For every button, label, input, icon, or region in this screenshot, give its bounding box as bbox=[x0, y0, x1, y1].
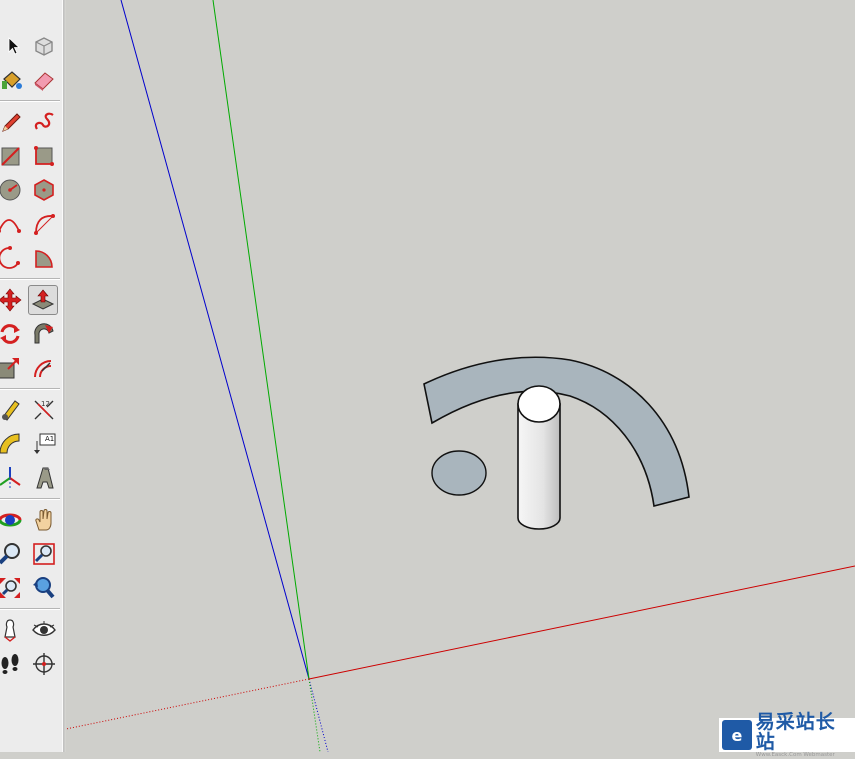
zoom-window-tool[interactable] bbox=[29, 539, 59, 569]
scale-icon bbox=[0, 358, 19, 379]
zoom-extents-icon bbox=[0, 578, 20, 598]
hand-icon bbox=[35, 509, 52, 531]
section-plane-tool[interactable] bbox=[29, 649, 59, 679]
two-point-arc-icon bbox=[34, 214, 55, 235]
magnifier-icon bbox=[0, 543, 20, 565]
protractor-icon bbox=[0, 433, 20, 454]
zoom-tool[interactable] bbox=[0, 539, 25, 569]
axes-tool[interactable] bbox=[0, 463, 25, 493]
svg-text:12: 12 bbox=[41, 400, 50, 408]
blue-axis-negative bbox=[308, 678, 329, 752]
rotated-rectangle-tool[interactable] bbox=[29, 141, 59, 171]
watermark: e 易采站长站 Www.Easck.Com Webmaster bbox=[719, 712, 855, 758]
freehand-icon bbox=[34, 112, 54, 130]
watermark-logo: e bbox=[722, 720, 752, 750]
tape-measure-icon bbox=[2, 400, 20, 421]
three-point-arc-icon bbox=[0, 246, 20, 269]
red-axis-negative bbox=[66, 678, 310, 730]
zoom-extents-tool[interactable] bbox=[0, 573, 25, 603]
pie-icon bbox=[35, 250, 53, 268]
orbit-tool[interactable] bbox=[0, 505, 25, 535]
dimension-tool[interactable]: 12 bbox=[29, 395, 59, 425]
large-tool-set-toolbar: 12 A1 bbox=[0, 0, 64, 752]
polygon-tool[interactable] bbox=[29, 175, 59, 205]
green-axis bbox=[212, 0, 310, 680]
zoom-window-icon bbox=[33, 543, 55, 565]
tape-measure-tool[interactable] bbox=[0, 395, 25, 425]
eraser-tool[interactable] bbox=[29, 65, 59, 95]
circle-icon bbox=[0, 179, 21, 201]
paint-bucket-tool[interactable] bbox=[0, 65, 27, 95]
follow-me-icon bbox=[34, 323, 54, 344]
watermark-title: 易采站长站 bbox=[755, 710, 836, 753]
red-axis bbox=[308, 565, 855, 680]
offset-tool[interactable] bbox=[29, 353, 59, 383]
modeling-viewport[interactable] bbox=[66, 0, 855, 752]
axes-icon bbox=[0, 467, 21, 489]
two-point-arc-tool[interactable] bbox=[29, 209, 59, 239]
footprints-icon bbox=[1, 654, 19, 674]
walk-tool[interactable] bbox=[0, 649, 25, 679]
eye-icon bbox=[32, 621, 56, 636]
follow-me-tool[interactable] bbox=[29, 319, 59, 349]
component-box-icon bbox=[35, 37, 53, 56]
eraser-icon bbox=[34, 72, 54, 91]
circle-face[interactable] bbox=[431, 450, 487, 496]
freehand-tool[interactable] bbox=[29, 107, 59, 137]
move-tool[interactable] bbox=[0, 285, 25, 315]
pencil-icon bbox=[2, 113, 21, 132]
blue-axis bbox=[120, 0, 310, 680]
look-around-tool[interactable] bbox=[29, 615, 59, 645]
orbit-icon bbox=[0, 513, 22, 527]
rotate-tool[interactable] bbox=[0, 319, 25, 349]
protractor-tool[interactable] bbox=[0, 429, 25, 459]
push-pull-tool[interactable] bbox=[28, 285, 58, 315]
rotated-rectangle-icon bbox=[34, 146, 54, 166]
pan-tool[interactable] bbox=[29, 505, 59, 535]
arrow-cursor-icon bbox=[8, 37, 21, 55]
position-camera-icon bbox=[4, 619, 16, 642]
pie-tool[interactable] bbox=[29, 243, 59, 273]
offset-icon bbox=[34, 360, 52, 378]
previous-view-icon bbox=[33, 577, 55, 599]
arc-tool[interactable] bbox=[0, 209, 24, 239]
3d-text-icon bbox=[36, 467, 54, 489]
text-tool-label: A1 bbox=[45, 435, 55, 443]
make-component-tool[interactable] bbox=[29, 31, 59, 61]
three-point-arc-tool[interactable] bbox=[0, 243, 24, 273]
watermark-subtitle: Www.Easck.Com Webmaster bbox=[755, 751, 835, 758]
position-camera-tool[interactable] bbox=[0, 615, 25, 645]
rectangle-icon bbox=[1, 147, 20, 166]
dimension-icon: 12 bbox=[34, 400, 54, 420]
select-tool[interactable] bbox=[0, 31, 28, 61]
arc-icon bbox=[0, 219, 21, 233]
polygon-icon bbox=[34, 179, 54, 201]
line-tool[interactable] bbox=[0, 107, 26, 137]
push-pull-icon bbox=[31, 289, 55, 310]
move-icon bbox=[0, 288, 22, 312]
3d-text-tool[interactable] bbox=[29, 463, 59, 493]
cylinder[interactable] bbox=[517, 385, 561, 530]
previous-view-tool[interactable] bbox=[29, 573, 59, 603]
section-plane-icon bbox=[33, 653, 55, 675]
rectangle-tool[interactable] bbox=[0, 141, 25, 171]
green-axis-negative bbox=[308, 678, 321, 752]
circle-tool[interactable] bbox=[0, 175, 25, 205]
paint-bucket-icon bbox=[2, 71, 22, 89]
rotate-icon bbox=[0, 324, 20, 344]
text-tool[interactable]: A1 bbox=[29, 429, 59, 459]
scale-tool[interactable] bbox=[0, 353, 24, 383]
